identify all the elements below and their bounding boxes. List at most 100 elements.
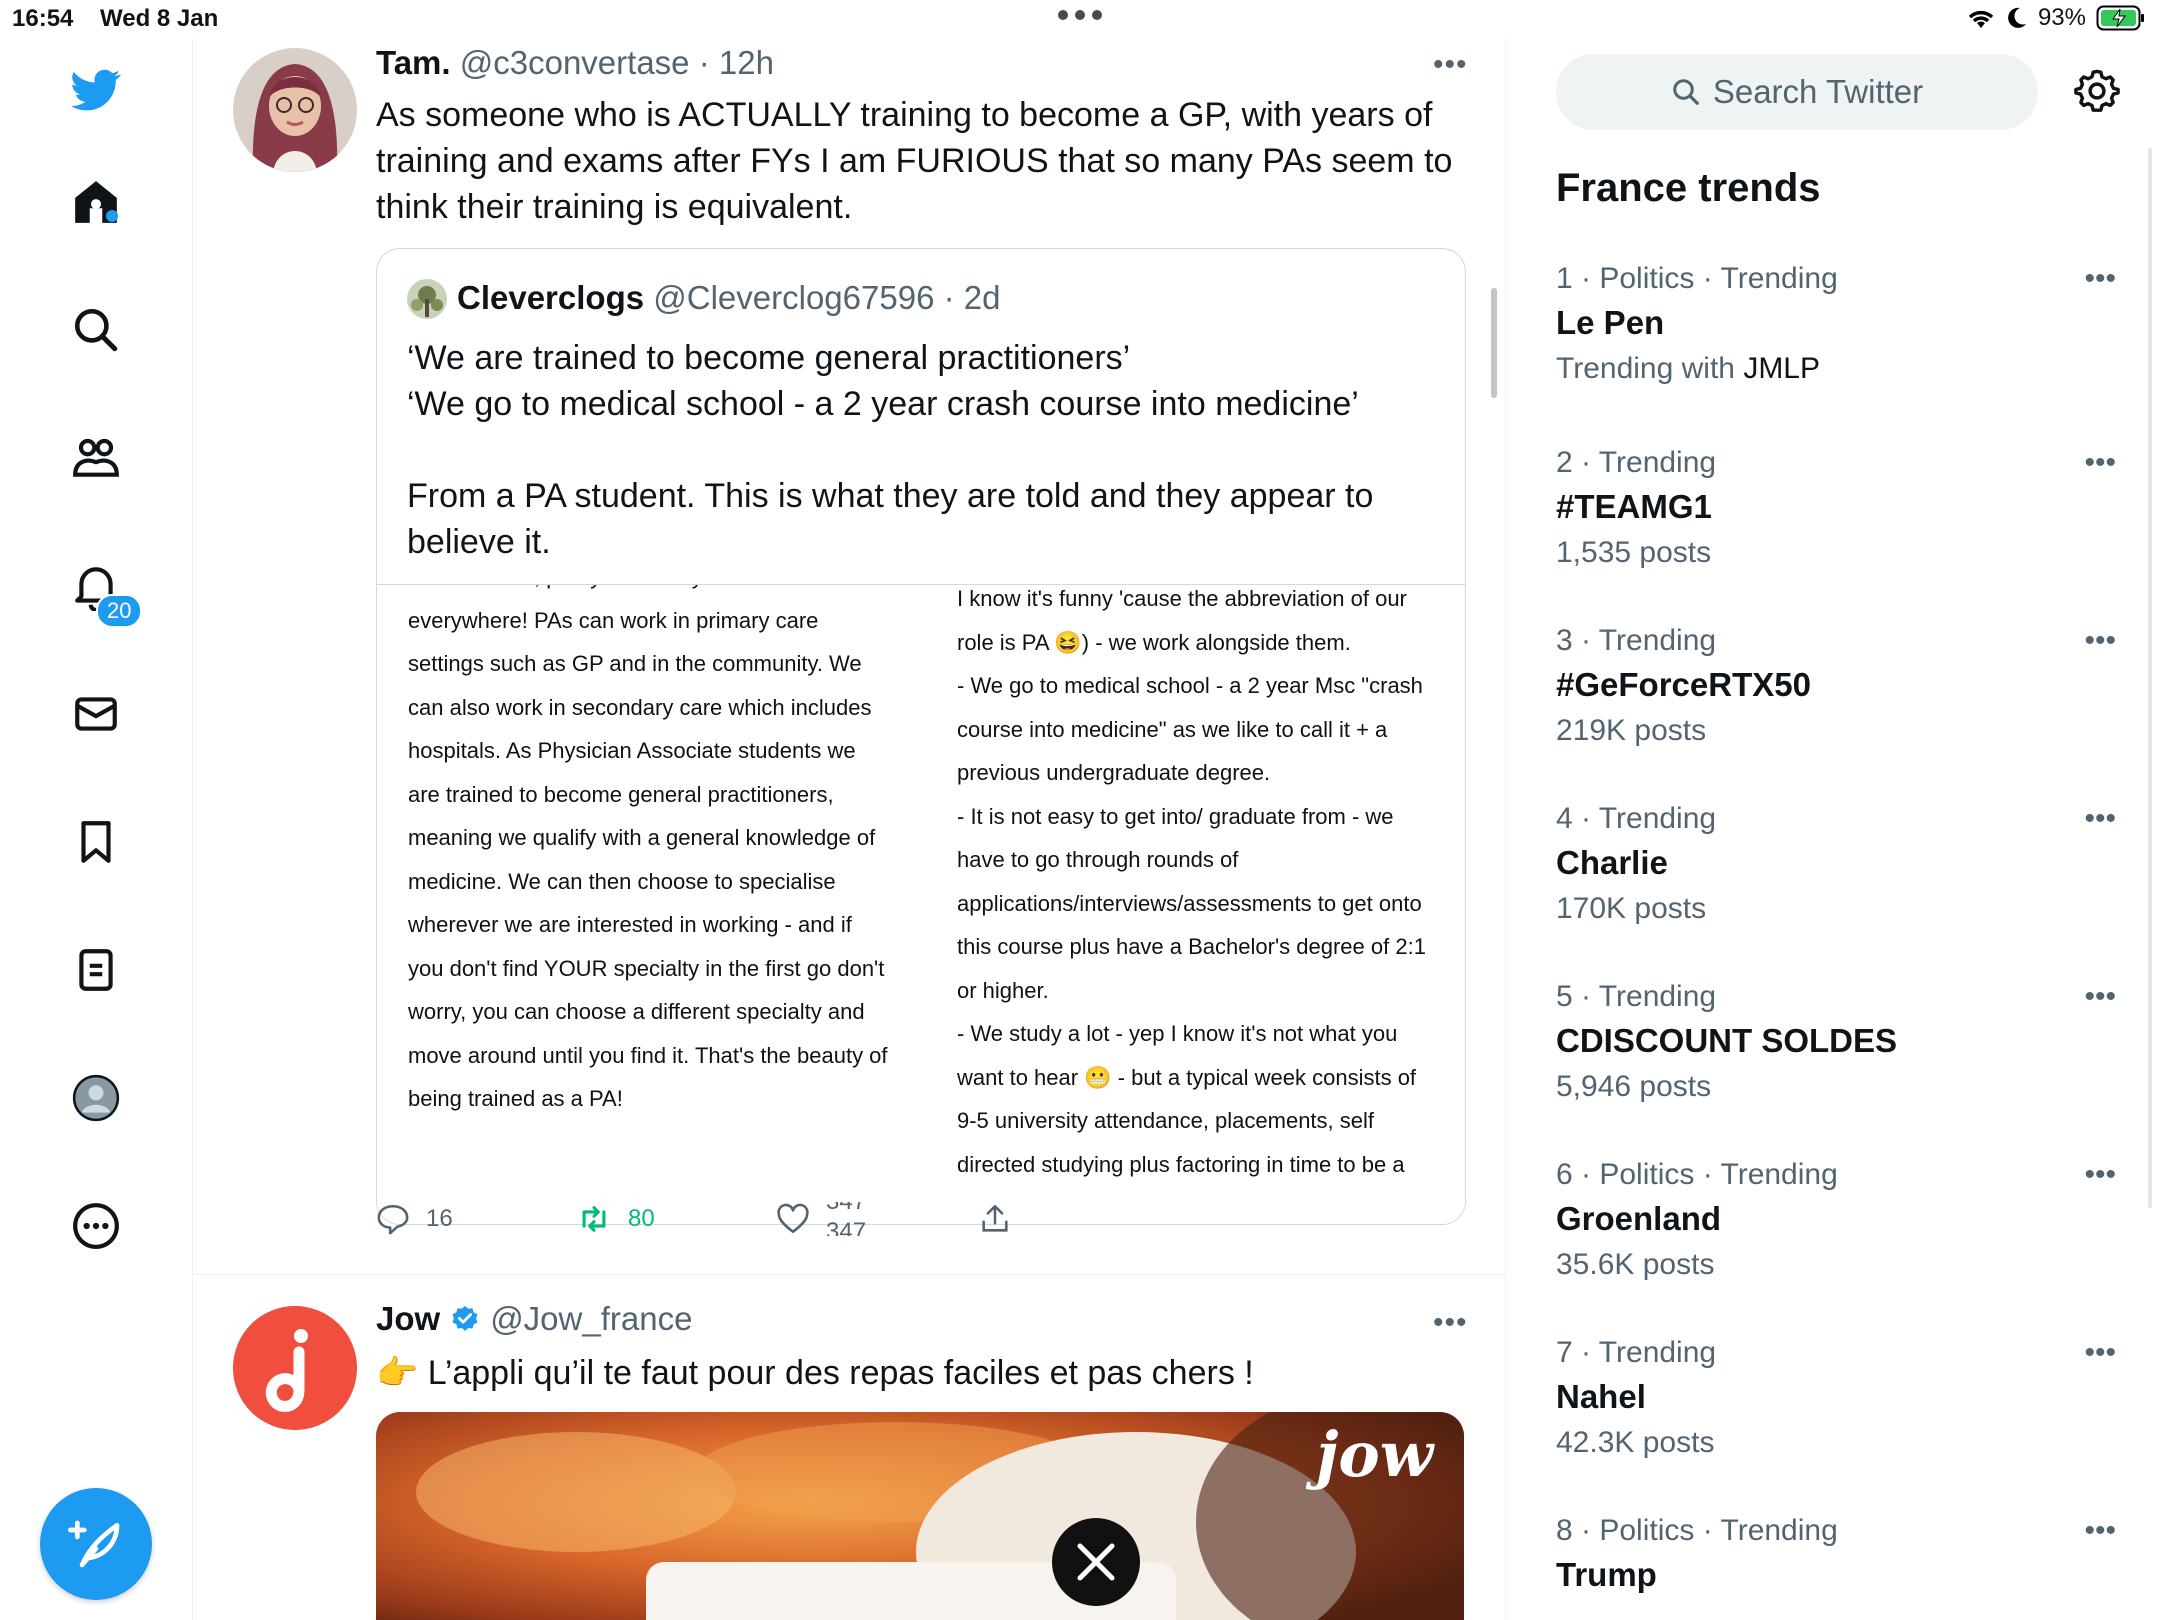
retweet-button[interactable]: 80 xyxy=(576,1202,655,1236)
image-right-column: I know it's funny 'cause the abbreviatio… xyxy=(957,585,1457,1186)
tweet-text-line: As someone who is ACTUALLY training to b… xyxy=(376,96,1433,134)
home-unread-dot xyxy=(106,210,118,222)
trend-sub-prefix: Trending with xyxy=(1556,352,1744,385)
trend-meta: 6 · Politics · Trending xyxy=(1556,1158,1838,1191)
image-text-line: settings such as GP and in the community… xyxy=(408,651,862,676)
sidebar-scrollbar[interactable] xyxy=(2148,148,2152,1208)
image-text-line: everywhere! PAs can work in primary care xyxy=(408,607,819,633)
image-left-column: To be honest, pretty much anywhere and e… xyxy=(408,585,928,1121)
trend-meta: 4 · Trending xyxy=(1556,802,1717,835)
trend-sub: Trending with JMLP xyxy=(1556,352,2116,386)
trend-meta: 7 · Trending xyxy=(1556,1336,1717,1369)
trend-more-icon[interactable]: ••• xyxy=(2084,1514,2116,1548)
trend-more-icon[interactable]: ••• xyxy=(2084,624,2116,658)
trend-item[interactable]: 1 · Politics · Trending Le Pen Trending … xyxy=(1556,262,2116,386)
quote-text-line: From a PA student. This is what they are… xyxy=(407,477,1374,515)
quote-text-gap xyxy=(407,427,1437,473)
bookmark-icon[interactable] xyxy=(58,804,134,880)
trend-item[interactable]: 7 · Trending Nahel 42.3K posts ••• xyxy=(1556,1336,2116,1460)
quote-image[interactable]: To be honest, pretty much anywhere and e… xyxy=(377,584,1465,1224)
timeline: Tam. @c3convertase · 12h ••• As someone … xyxy=(193,38,1506,1620)
trend-more-icon[interactable]: ••• xyxy=(2084,262,2116,296)
like-button[interactable]: 347 347 xyxy=(776,1202,886,1236)
image-text-line: previous undergraduate degree. xyxy=(957,760,1271,785)
tweet-more-icon[interactable]: ••• xyxy=(1433,1306,1468,1340)
trend-item[interactable]: 5 · Trending CDISCOUNT SOLDES 5,946 post… xyxy=(1556,980,2116,1104)
trend-more-icon[interactable]: ••• xyxy=(2084,802,2116,836)
cleverclogs-avatar xyxy=(407,279,447,319)
quote-author-name: Cleverclogs xyxy=(457,279,645,316)
trend-item[interactable]: 2 · Trending #TEAMG1 1,535 posts ••• xyxy=(1556,446,2116,570)
battery-percent: 93% xyxy=(2037,4,2086,31)
trend-item[interactable]: 4 · Trending Charlie 170K posts ••• xyxy=(1556,802,2116,926)
trend-sub-strong[interactable]: JMLP xyxy=(1743,352,1820,385)
trend-item[interactable]: 6 · Politics · Trending Groenland 35.6K … xyxy=(1556,1158,2116,1282)
tweet-text: 👉 L’appli qu’il te faut pour des repas f… xyxy=(376,1354,1254,1392)
search-icon[interactable] xyxy=(58,292,134,368)
image-text-line: have to go through rounds of xyxy=(957,847,1239,872)
share-icon xyxy=(982,1204,1008,1232)
image-text-line: are trained to become general practition… xyxy=(408,781,834,807)
tweet-author-name[interactable]: Tam. xyxy=(376,44,451,81)
search-input[interactable]: Search Twitter xyxy=(1556,54,2038,130)
trend-meta: 2 · Trending xyxy=(1556,446,1717,479)
image-text-line: can also work in secondary care which in… xyxy=(408,694,872,720)
quoted-tweet[interactable]: Cleverclogs @Cleverclog67596 · 2d ‘We ar… xyxy=(376,248,1466,1225)
multitask-dots-icon[interactable] xyxy=(1058,10,1102,20)
quote-text: ‘We are trained to become general practi… xyxy=(407,335,1437,565)
tweet-more-icon[interactable]: ••• xyxy=(1433,48,1468,82)
trend-name: #TEAMG1 xyxy=(1556,488,1712,525)
image-text-line: directed studying plus factoring in time… xyxy=(957,1151,1405,1177)
notifications-badge: 20 xyxy=(96,594,143,628)
image-text-line: wherever we are interested in working - … xyxy=(408,912,852,937)
wifi-icon xyxy=(1968,10,1994,28)
trend-item[interactable]: 8 · Politics · Trending Trump ••• xyxy=(1556,1514,2116,1594)
search-icon xyxy=(1673,79,1699,105)
twitter-logo-icon[interactable] xyxy=(58,52,134,128)
trend-more-icon[interactable]: ••• xyxy=(2084,446,2116,480)
more-circle-icon[interactable] xyxy=(58,1188,134,1264)
image-text-line: role is PA 😆) - we work alongside them. xyxy=(957,629,1351,655)
trend-meta: 1 · Politics · Trending xyxy=(1556,262,1838,295)
trend-more-icon[interactable]: ••• xyxy=(2084,1158,2116,1192)
jow-avatar[interactable] xyxy=(233,1306,357,1430)
tweet-media[interactable]: jow xyxy=(376,1412,1464,1620)
right-sidebar: Search Twitter France trends 1 · Politic… xyxy=(1506,38,2160,1620)
status-date: Wed 8 Jan xyxy=(100,5,219,32)
compose-tweet-button[interactable] xyxy=(40,1488,152,1600)
share-button[interactable] xyxy=(978,1202,1012,1243)
trend-item[interactable]: 3 · Trending #GeForceRTX50 219K posts ••… xyxy=(1556,624,2116,748)
tweet-divider xyxy=(193,1274,1505,1275)
image-text-line: you don't find YOUR specialty in the fir… xyxy=(408,955,885,981)
trend-more-icon[interactable]: ••• xyxy=(2084,1336,2116,1370)
tweet-author-handle[interactable]: @c3convertase xyxy=(460,44,690,81)
tam-avatar[interactable] xyxy=(233,48,357,172)
left-nav: 20 xyxy=(0,38,193,1620)
tweet-author-name[interactable]: Jow xyxy=(376,1300,440,1338)
trends-title: France trends xyxy=(1556,166,1821,210)
feed-scrollbar[interactable] xyxy=(1491,288,1497,398)
settings-gear-icon[interactable] xyxy=(2074,68,2120,119)
trend-sub: 5,946 posts xyxy=(1556,1070,1712,1103)
image-text-line: To be honest, pretty much anywhere and xyxy=(408,585,928,599)
reply-icon xyxy=(377,1204,409,1235)
lists-icon[interactable] xyxy=(58,932,134,1008)
trend-more-icon[interactable]: ••• xyxy=(2084,980,2116,1014)
battery-charging-icon xyxy=(2096,5,2144,31)
quote-author-handle: @Cleverclog67596 xyxy=(653,279,935,316)
home-icon[interactable] xyxy=(58,164,134,240)
communities-icon[interactable] xyxy=(58,420,134,496)
retweet-count: 80 xyxy=(628,1205,655,1232)
tweet-author-handle[interactable]: @Jow_france xyxy=(490,1300,692,1338)
image-text-line: - It is not easy to get into/ graduate f… xyxy=(957,803,1394,829)
image-text-line: being trained as a PA! xyxy=(408,1086,623,1111)
tweet-text-line: think their training is equivalent. xyxy=(376,188,853,226)
quote-text-line: ‘We are trained to become general practi… xyxy=(407,339,1131,377)
reply-button[interactable]: 16 xyxy=(376,1202,453,1236)
mail-icon[interactable] xyxy=(58,676,134,752)
profile-icon[interactable] xyxy=(58,1060,134,1136)
reply-count: 16 xyxy=(426,1205,453,1232)
image-text-line: worry, you can choose a different specia… xyxy=(408,999,865,1024)
tweet-time[interactable]: 12h xyxy=(719,44,774,81)
heart-icon xyxy=(777,1203,809,1234)
